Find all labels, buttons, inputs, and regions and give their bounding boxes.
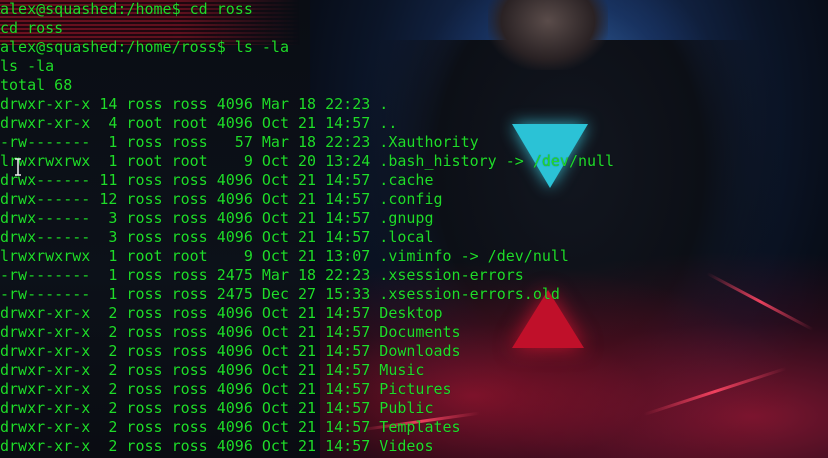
listing-row: drwxr-xr-x 2 ross ross 4096 Oct 21 14:57… [0, 399, 434, 417]
listing-row: drwxr-xr-x 2 ross ross 4096 Oct 21 14:57… [0, 361, 425, 379]
prompt-line: alex@squashed:/home/ross$ ls -la [0, 38, 289, 56]
listing-row: drwx------ 3 ross ross 4096 Oct 21 14:57… [0, 209, 434, 227]
listing-row: drwx------ 11 ross ross 4096 Oct 21 14:5… [0, 171, 434, 189]
listing-row: drwxr-xr-x 14 ross ross 4096 Mar 18 22:2… [0, 95, 389, 113]
listing-row: drwx------ 12 ross ross 4096 Oct 21 14:5… [0, 190, 443, 208]
listing-row: drwxr-xr-x 2 ross ross 4096 Oct 21 14:57… [0, 342, 461, 360]
echo-line: ls -la [0, 57, 55, 75]
listing-total: total 68 [0, 76, 73, 94]
text-cursor-icon [14, 158, 22, 176]
listing-row: drwxr-xr-x 2 ross ross 4096 Oct 21 14:57… [0, 304, 443, 322]
listing-row: drwxr-xr-x 2 ross ross 4096 Oct 21 14:57… [0, 380, 452, 398]
listing-row: drwxr-xr-x 2 ross ross 4096 Oct 21 14:57… [0, 323, 461, 341]
prompt-line: alex@squashed:/home$ cd ross [0, 0, 253, 18]
listing-row: -rw------- 1 ross ross 2475 Dec 27 15:33… [0, 285, 560, 303]
listing-row: drwxr-xr-x 2 ross ross 4096 Oct 21 14:57… [0, 437, 434, 455]
listing-row: drwxr-xr-x 4 root root 4096 Oct 21 14:57… [0, 114, 398, 132]
listing-row: -rw------- 1 ross ross 57 Mar 18 22:23 .… [0, 133, 479, 151]
listing-row: drwxr-xr-x 2 ross ross 4096 Oct 21 14:57… [0, 418, 461, 436]
echo-line: cd ross [0, 19, 64, 37]
listing-row: -rw------- 1 ross ross 2475 Mar 18 22:23… [0, 266, 524, 284]
listing-row: lrwxrwxrwx 1 root root 9 Oct 21 13:07 .v… [0, 247, 569, 265]
terminal-output[interactable]: alex@squashed:/home$ cd ross cd ross ale… [0, 0, 828, 458]
listing-row: lrwxrwxrwx 1 root root 9 Oct 20 13:24 .b… [0, 152, 615, 170]
listing-row: drwx------ 3 ross ross 4096 Oct 21 14:57… [0, 228, 434, 246]
